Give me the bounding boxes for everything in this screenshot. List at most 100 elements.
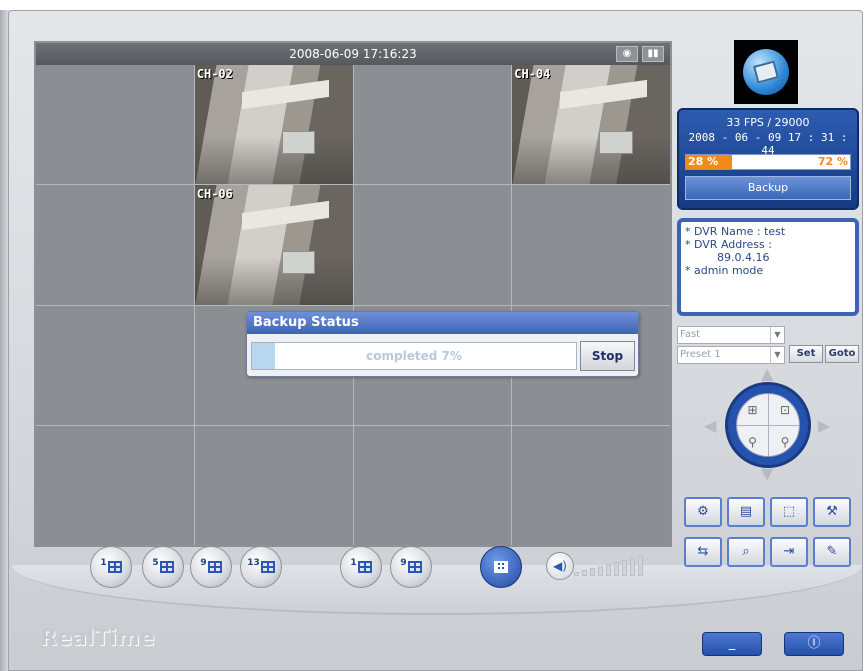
zoom-in-icon[interactable]: ⊞ <box>737 394 769 426</box>
layout-9x-9-button[interactable]: 9 <box>390 546 432 588</box>
video-cell[interactable]: CH-02 <box>194 65 353 185</box>
search-icon[interactable]: ⌕ <box>727 537 765 567</box>
grid-icon <box>159 561 174 573</box>
dvr-address-value: 89.0.4.16 <box>717 251 770 264</box>
ptz-control: ▲ ▼ ◀ ▶ ⊞ ⊡ ⚲ ⚲ <box>700 364 840 483</box>
zoom-out-icon[interactable]: ⊡ <box>769 394 799 426</box>
grid-16-icon <box>494 561 508 573</box>
layout-9x-1-button[interactable]: 1 <box>340 546 382 588</box>
admin-mode: * admin mode <box>685 264 764 277</box>
preset-goto-button[interactable]: Goto <box>825 345 859 363</box>
layout-number: 1 <box>350 558 357 568</box>
grid-icon <box>357 561 372 573</box>
ptz-preset-select[interactable]: Preset 1 ▼ <box>677 346 785 364</box>
record-icon[interactable]: ▮▮ <box>642 46 664 62</box>
status-panel: 33 FPS / 29000 2008 - 06 - 09 17 : 31 : … <box>677 108 859 210</box>
ptz-ring: ⊞ ⊡ ⚲ ⚲ <box>725 382 811 468</box>
video-cell[interactable] <box>194 425 353 545</box>
video-cell[interactable]: CH-04 <box>512 65 670 185</box>
layout-toolbar: 1 5 9 13 1 9 ◀) <box>34 540 672 596</box>
disk-free-label: 72 % <box>817 155 848 168</box>
volume-level-bar <box>590 568 595 576</box>
pan-left-arrow-icon[interactable]: ◀ <box>704 416 716 435</box>
backup-status-dialog: Backup Status completed 7% Stop <box>246 311 639 377</box>
speaker-icon[interactable]: ◀) <box>546 552 574 580</box>
brand-label: RealTime <box>40 626 155 651</box>
channel-label: CH-04 <box>514 67 551 81</box>
camera-feed <box>194 185 353 305</box>
volume-level-bar <box>574 572 579 576</box>
video-cell[interactable] <box>353 185 512 305</box>
power-button[interactable]: Ⓘ <box>784 632 844 656</box>
tools-icon[interactable]: ⚒ <box>813 497 851 527</box>
config-icon[interactable]: ✎ <box>813 537 851 567</box>
playback-icon[interactable]: ▤ <box>727 497 765 527</box>
ptz-speed-select[interactable]: Fast ▼ <box>677 326 785 344</box>
backup-progress-text: completed 7% <box>366 349 462 363</box>
video-timestamp: 2008-06-09 17:16:23 <box>289 47 417 61</box>
layout-13-button[interactable]: 13 <box>240 546 282 588</box>
video-cell[interactable]: CH-06 <box>194 185 353 305</box>
pan-right-arrow-icon[interactable]: ▶ <box>818 416 830 435</box>
app-logo <box>734 40 798 104</box>
grid-icon <box>207 561 222 573</box>
grid-icon <box>407 561 422 573</box>
layout-number: 9 <box>400 558 407 568</box>
snapshot-icon[interactable]: ◉ <box>616 46 638 62</box>
video-cell[interactable] <box>36 305 194 425</box>
channel-label: CH-06 <box>196 187 233 202</box>
pan-up-arrow-icon[interactable]: ▲ <box>761 364 773 383</box>
video-cell[interactable] <box>353 425 512 545</box>
video-cell[interactable] <box>512 425 670 545</box>
video-cell[interactable] <box>36 65 194 185</box>
camera-feed <box>512 65 670 185</box>
stop-button[interactable]: Stop <box>580 341 635 371</box>
setup-icon[interactable]: ⚙ <box>684 497 722 527</box>
layout-number: 5 <box>152 558 159 568</box>
layout-9-button[interactable]: 9 <box>190 546 232 588</box>
layout-5-button[interactable]: 5 <box>142 546 184 588</box>
fullscreen-icon[interactable]: ⬚ <box>770 497 808 527</box>
grid-icon <box>260 561 275 573</box>
focus-far-icon[interactable]: ⚲ <box>769 426 799 456</box>
volume-level-bar <box>606 564 611 576</box>
volume-level-bar <box>638 556 643 576</box>
volume-slider[interactable] <box>574 554 654 576</box>
export-icon[interactable]: ⇥ <box>770 537 808 567</box>
video-cell[interactable] <box>36 185 194 305</box>
video-display-area: 2008-06-09 17:16:23 ◉ ▮▮ CH-02 CH-04 CH-06 <box>34 41 672 547</box>
channel-label: CH-02 <box>196 67 233 81</box>
video-titlebar: 2008-06-09 17:16:23 ◉ ▮▮ <box>36 43 670 65</box>
ptz-speed-value: Fast <box>680 329 701 340</box>
volume-level-bar <box>622 560 627 576</box>
backup-progress-bar: completed 7% <box>251 342 577 370</box>
ptz-preset-value: Preset 1 <box>680 349 721 360</box>
camera-feed <box>194 65 353 185</box>
grid-icon <box>107 561 122 573</box>
layout-16-button[interactable] <box>480 546 522 588</box>
video-cell[interactable] <box>353 65 512 185</box>
minimize-button[interactable]: _ <box>702 632 762 656</box>
network-icon[interactable]: ⇆ <box>684 537 722 567</box>
ptz-inner: ⊞ ⊡ ⚲ ⚲ <box>736 393 800 457</box>
camera-logo-icon <box>743 49 789 95</box>
dvr-info-panel: * DVR Name : test * DVR Address : 89.0.4… <box>677 218 859 316</box>
layout-number: 13 <box>247 558 260 568</box>
layout-number: 1 <box>100 558 107 568</box>
layout-1-button[interactable]: 1 <box>90 546 132 588</box>
dvr-name: * DVR Name : test <box>685 225 786 238</box>
preset-set-button[interactable]: Set <box>789 345 823 363</box>
disk-usage-bar: 28 % 72 % <box>685 154 851 170</box>
volume-level-bar <box>582 570 587 576</box>
backup-dialog-title: Backup Status <box>247 312 638 334</box>
focus-near-icon[interactable]: ⚲ <box>737 426 769 456</box>
video-cell[interactable] <box>512 185 670 305</box>
backup-button[interactable]: Backup <box>685 176 851 200</box>
volume-level-bar <box>614 562 619 576</box>
volume-level-bar <box>630 558 635 576</box>
chevron-down-icon: ▼ <box>770 347 784 363</box>
disk-used-label: 28 % <box>688 155 719 168</box>
layout-number: 9 <box>200 558 207 568</box>
volume-level-bar <box>598 566 603 576</box>
video-cell[interactable] <box>36 425 194 545</box>
